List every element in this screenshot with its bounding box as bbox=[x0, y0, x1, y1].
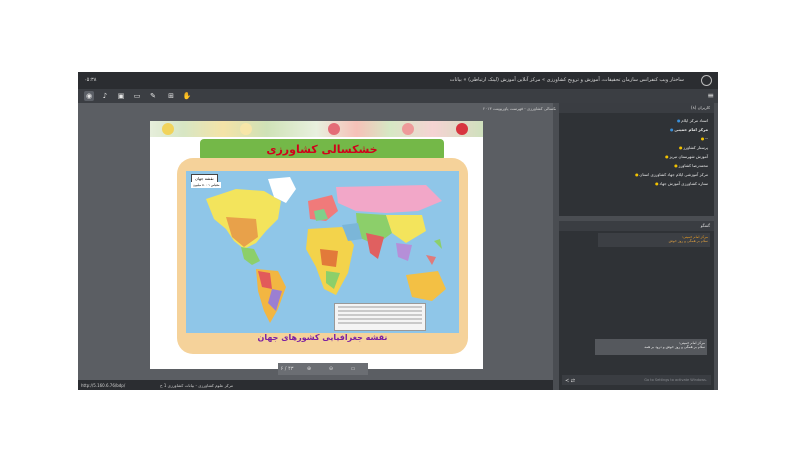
status-bar: http://5.160.6.76/bdp/ مرکز علوم کشاورزی… bbox=[78, 380, 553, 390]
chat-message: مرکز امام خمینی: سلام بر همگی و روز خوش bbox=[598, 233, 710, 247]
page-indicator: ۶ / ۴۳ bbox=[280, 366, 294, 372]
user-item[interactable]: --● bbox=[697, 134, 708, 143]
chat-message: مرکز امام خمینی: سلام بر همگی و روز خوش … bbox=[595, 339, 707, 355]
toolbar: ◉ ♪ ▣ ▭ ✎ ⊞ ✋ ≡ bbox=[78, 89, 718, 103]
flower-image bbox=[240, 123, 252, 135]
user-item[interactable]: پرستار کشاورز● bbox=[675, 143, 708, 152]
screen-icon[interactable]: ▭ bbox=[132, 91, 142, 101]
user-item[interactable]: مرکز آموزشی ایلام جهاد کشاورزی استان● bbox=[631, 170, 708, 179]
map-legend bbox=[334, 303, 426, 331]
user-item[interactable]: آموزش شهرستان تبریز● bbox=[661, 152, 708, 161]
user-item[interactable]: محمدرضا کشاورز● bbox=[671, 161, 708, 170]
status-url: http://5.160.6.76/bdp/ bbox=[81, 383, 126, 388]
window-title: ساختار ویب کنفرانس سازمان تحقیقات، آموزش… bbox=[449, 77, 684, 83]
flower-image bbox=[456, 123, 468, 135]
zoom-out-icon[interactable]: ⊖ bbox=[322, 363, 340, 375]
share-icon[interactable]: ≺ ⇄ bbox=[565, 378, 575, 384]
user-item[interactable]: ستاره کشاورزی آموزش جهاد● bbox=[651, 179, 708, 188]
map-caption: نقشه جغرافیایی کشورهای جهان bbox=[257, 333, 388, 342]
map-scale-label: مقیاس ۱ : ۵۰ میلیون bbox=[191, 182, 222, 188]
chat-text: سلام بر همگی و روز خوش bbox=[668, 239, 708, 243]
user-item[interactable]: استاد مرکز ایلام● bbox=[673, 116, 708, 125]
flower-image bbox=[402, 123, 414, 135]
webinar-window: ۰۵:۳۸ ساختار ویب کنفرانس سازمان تحقیقات،… bbox=[78, 72, 718, 390]
speaker-icon[interactable]: ♪ bbox=[100, 91, 110, 101]
slide-nav-bar: ۶ / ۴۳ ⊕ ⊖ ▭ bbox=[278, 363, 368, 375]
users-panel: کاربران (۸) استاد مرکز ایلام● مرکز امام … bbox=[559, 103, 714, 216]
title-bar: ۰۵:۳۸ ساختار ویب کنفرانس سازمان تحقیقات،… bbox=[78, 72, 718, 89]
side-panel: کاربران (۸) استاد مرکز ایلام● مرکز امام … bbox=[556, 103, 718, 390]
menu-icon[interactable]: ≡ bbox=[707, 91, 714, 101]
chat-header: گفتگو bbox=[559, 221, 714, 231]
upload-icon[interactable]: ⊞ bbox=[166, 91, 176, 101]
presentation-area: خشکسالی کشاورزی - فهرست پاورپوینت ۲۰۱۳ خ… bbox=[78, 103, 561, 390]
zoom-in-icon[interactable]: ⊕ bbox=[300, 363, 318, 375]
clock: ۰۵:۳۸ bbox=[84, 77, 97, 83]
flower-banner bbox=[150, 121, 483, 137]
camera-icon[interactable]: ▣ bbox=[116, 91, 126, 101]
chat-text: سلام بر همگی و روز خوش و درود بر همه bbox=[644, 345, 705, 349]
world-map: نقشه جهان مقیاس ۱ : ۵۰ میلیون bbox=[186, 171, 459, 333]
pen-icon[interactable]: ✎ bbox=[148, 91, 158, 101]
hand-icon[interactable]: ✋ bbox=[182, 91, 192, 101]
chat-panel: گفتگو مرکز امام خمینی: سلام بر همگی و رو… bbox=[559, 221, 714, 390]
app-logo-icon bbox=[701, 75, 712, 86]
users-header: کاربران (۸) bbox=[559, 103, 714, 113]
mic-icon[interactable]: ◉ bbox=[84, 91, 94, 101]
slide: خشکسالی کشاورزی نقشه جهان مقیاس ۱: ۵۰ م… bbox=[150, 121, 483, 369]
chat-input[interactable]: Go to Settings to activate Windows. bbox=[562, 375, 711, 385]
flower-image bbox=[328, 123, 340, 135]
user-item[interactable]: مرکز امام خمینی● bbox=[666, 125, 708, 134]
fit-page-icon[interactable]: ▭ bbox=[344, 363, 362, 375]
document-tab[interactable]: خشکسالی کشاورزی - فهرست پاورپوینت ۲۰۱۳ bbox=[483, 106, 561, 111]
status-document: مرکز علوم کشاورزی - بیانات کشاورزی 1 ح bbox=[160, 383, 234, 388]
flower-image bbox=[162, 123, 174, 135]
